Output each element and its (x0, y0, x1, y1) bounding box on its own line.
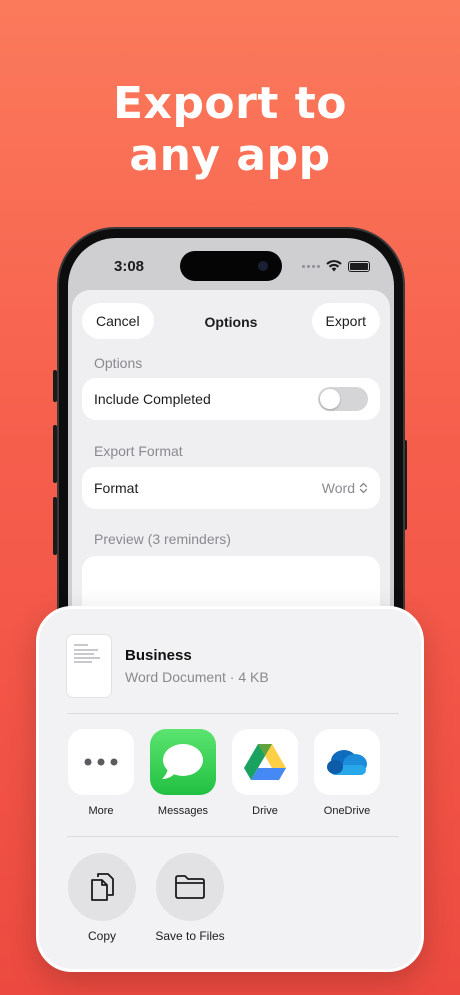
dynamic-island (180, 251, 282, 281)
save-to-files-action[interactable]: Save to Files (140, 853, 240, 943)
document-meta: Word Document · 4 KB (125, 669, 269, 685)
status-icons (302, 260, 370, 272)
chevron-up-down-icon (359, 482, 368, 494)
messages-icon (150, 729, 216, 795)
divider (67, 836, 399, 837)
wifi-icon (326, 260, 342, 272)
battery-icon (348, 260, 370, 272)
export-button[interactable]: Export (311, 303, 380, 339)
cellular-signal-icon (302, 264, 320, 268)
format-row[interactable]: Format Word (82, 467, 380, 509)
share-app-label: More (88, 805, 114, 817)
headline-line-2: any app (129, 130, 331, 181)
onedrive-icon (314, 729, 380, 795)
headline-line-1: Export to (113, 78, 347, 129)
share-sheet: Business Word Document · 4 KB More Messa… (36, 606, 424, 972)
share-app-label: Drive (252, 805, 278, 817)
share-app-label: Messages (157, 805, 209, 817)
copy-icon (68, 853, 136, 921)
document-thumbnail (67, 635, 111, 697)
preview-section-label: Preview (3 reminders) (94, 531, 231, 547)
share-app-more[interactable]: More (66, 729, 136, 817)
share-app-drive[interactable]: Drive (230, 729, 300, 817)
format-picker[interactable]: Word (322, 480, 368, 496)
format-label: Format (94, 480, 139, 496)
share-app-onedrive[interactable]: OneDrive (312, 729, 382, 817)
format-value: Word (321, 480, 355, 496)
divider (67, 713, 399, 714)
google-drive-icon (232, 729, 298, 795)
folder-icon (156, 853, 224, 921)
share-app-label: OneDrive (323, 805, 371, 817)
save-to-files-label: Save to Files (155, 929, 225, 943)
document-name: Business (125, 647, 192, 664)
front-camera-icon (258, 261, 268, 271)
copy-action[interactable]: Copy (52, 853, 152, 943)
copy-label: Copy (87, 929, 116, 943)
include-completed-toggle[interactable] (318, 387, 368, 411)
export-format-section-label: Export Format (94, 443, 183, 459)
more-icon (68, 729, 134, 795)
status-time: 3:08 (114, 258, 145, 275)
include-completed-label: Include Completed (94, 391, 211, 407)
options-section-label: Options (94, 355, 143, 371)
include-completed-row: Include Completed (82, 378, 380, 420)
share-app-messages[interactable]: Messages (148, 729, 218, 817)
promo-headline: Export to any app (0, 78, 460, 182)
status-bar: 3:08 (68, 238, 394, 292)
